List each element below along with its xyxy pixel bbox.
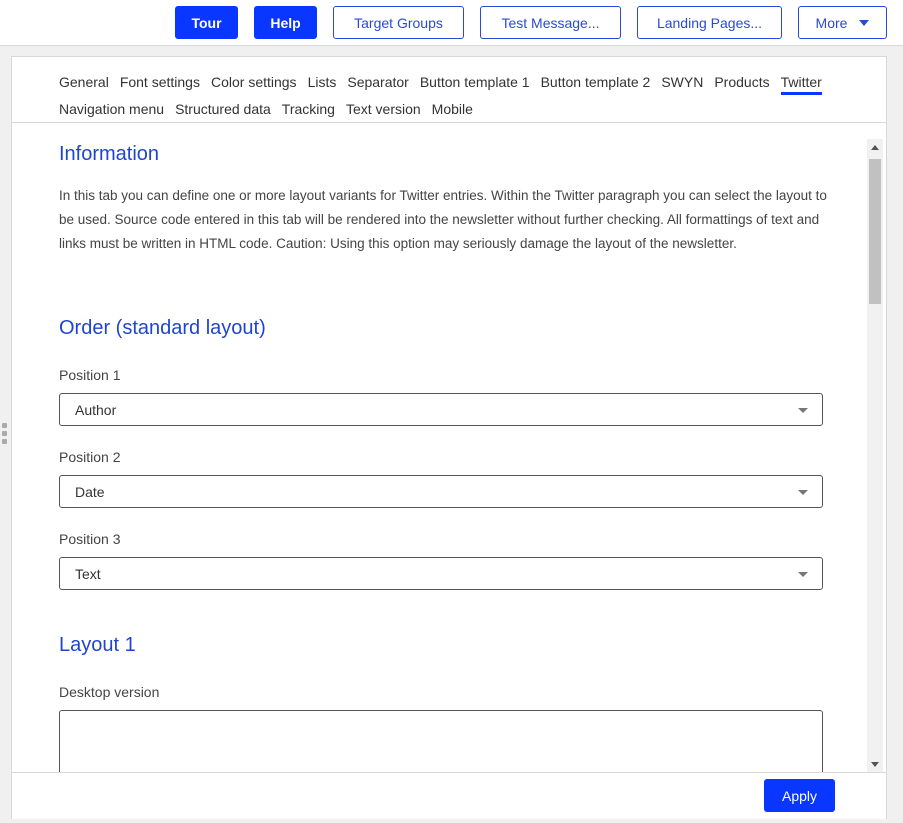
apply-button[interactable]: Apply: [764, 779, 835, 812]
tab-font-settings[interactable]: Font settings: [120, 74, 200, 90]
tab-twitter[interactable]: Twitter: [780, 74, 823, 95]
scroll-down-icon[interactable]: [871, 762, 879, 767]
tab-text-version[interactable]: Text version: [346, 101, 421, 117]
scrollbar-thumb[interactable]: [869, 159, 881, 304]
position-1-label: Position 1: [59, 367, 121, 383]
tab-content: Information In this tab you can define o…: [12, 123, 867, 772]
settings-panel: General Font settings Color settings Lists S…: [11, 56, 887, 819]
more-label: More: [815, 14, 848, 31]
panel-footer: Apply: [12, 772, 886, 819]
target-groups-button[interactable]: Target Groups: [333, 6, 464, 39]
position-3-select[interactable]: Text: [59, 557, 823, 590]
position-2-select[interactable]: Date: [59, 475, 823, 508]
position-2-value: Date: [75, 483, 105, 500]
tab-row-2: Navigation menu Structured data Tracking Te…: [59, 101, 484, 117]
content-scrollbar[interactable]: [867, 139, 883, 772]
help-button[interactable]: Help: [254, 6, 317, 39]
tab-bar: General Font settings Color settings Lists S…: [12, 57, 886, 123]
position-3-label: Position 3: [59, 531, 121, 547]
top-toolbar: Tour Help Target Groups Test Message... …: [0, 0, 903, 46]
position-1-value: Author: [75, 401, 117, 418]
tab-structured-data[interactable]: Structured data: [175, 101, 271, 117]
chevron-down-icon: [859, 19, 870, 26]
position-2-label: Position 2: [59, 449, 121, 465]
landing-pages-button[interactable]: Landing Pages...: [637, 6, 782, 39]
tab-swyn[interactable]: SWYN: [661, 74, 703, 90]
chevron-down-icon: [798, 572, 808, 577]
desktop-version-label: Desktop version: [59, 684, 160, 700]
tab-navigation-menu[interactable]: Navigation menu: [59, 101, 164, 117]
resize-grip-icon[interactable]: [2, 423, 8, 449]
tour-button[interactable]: Tour: [175, 6, 238, 39]
tab-mobile[interactable]: Mobile: [432, 101, 473, 117]
more-button[interactable]: More: [798, 6, 887, 39]
chevron-down-icon: [798, 408, 808, 413]
position-3-value: Text: [75, 565, 101, 582]
tab-lists[interactable]: Lists: [308, 74, 337, 90]
order-title: Order (standard layout): [59, 317, 266, 339]
tab-products[interactable]: Products: [714, 74, 769, 90]
layout-1-title: Layout 1: [59, 634, 136, 656]
tab-button-template-1[interactable]: Button template 1: [420, 74, 530, 90]
test-message-button[interactable]: Test Message...: [480, 6, 621, 39]
tab-separator[interactable]: Separator: [347, 74, 408, 90]
information-text: In this tab you can define one or more l…: [59, 188, 827, 251]
information-title: Information: [59, 143, 160, 165]
scroll-up-icon[interactable]: [871, 145, 879, 150]
tab-button-template-2[interactable]: Button template 2: [541, 74, 651, 90]
chevron-down-icon: [798, 490, 808, 495]
tab-color-settings[interactable]: Color settings: [211, 74, 297, 90]
tab-tracking[interactable]: Tracking: [282, 101, 335, 117]
position-1-select[interactable]: Author: [59, 393, 823, 426]
tab-general[interactable]: General: [59, 74, 109, 90]
tab-row-1: General Font settings Color settings Lists S…: [59, 74, 833, 95]
desktop-version-textarea[interactable]: [59, 710, 823, 772]
